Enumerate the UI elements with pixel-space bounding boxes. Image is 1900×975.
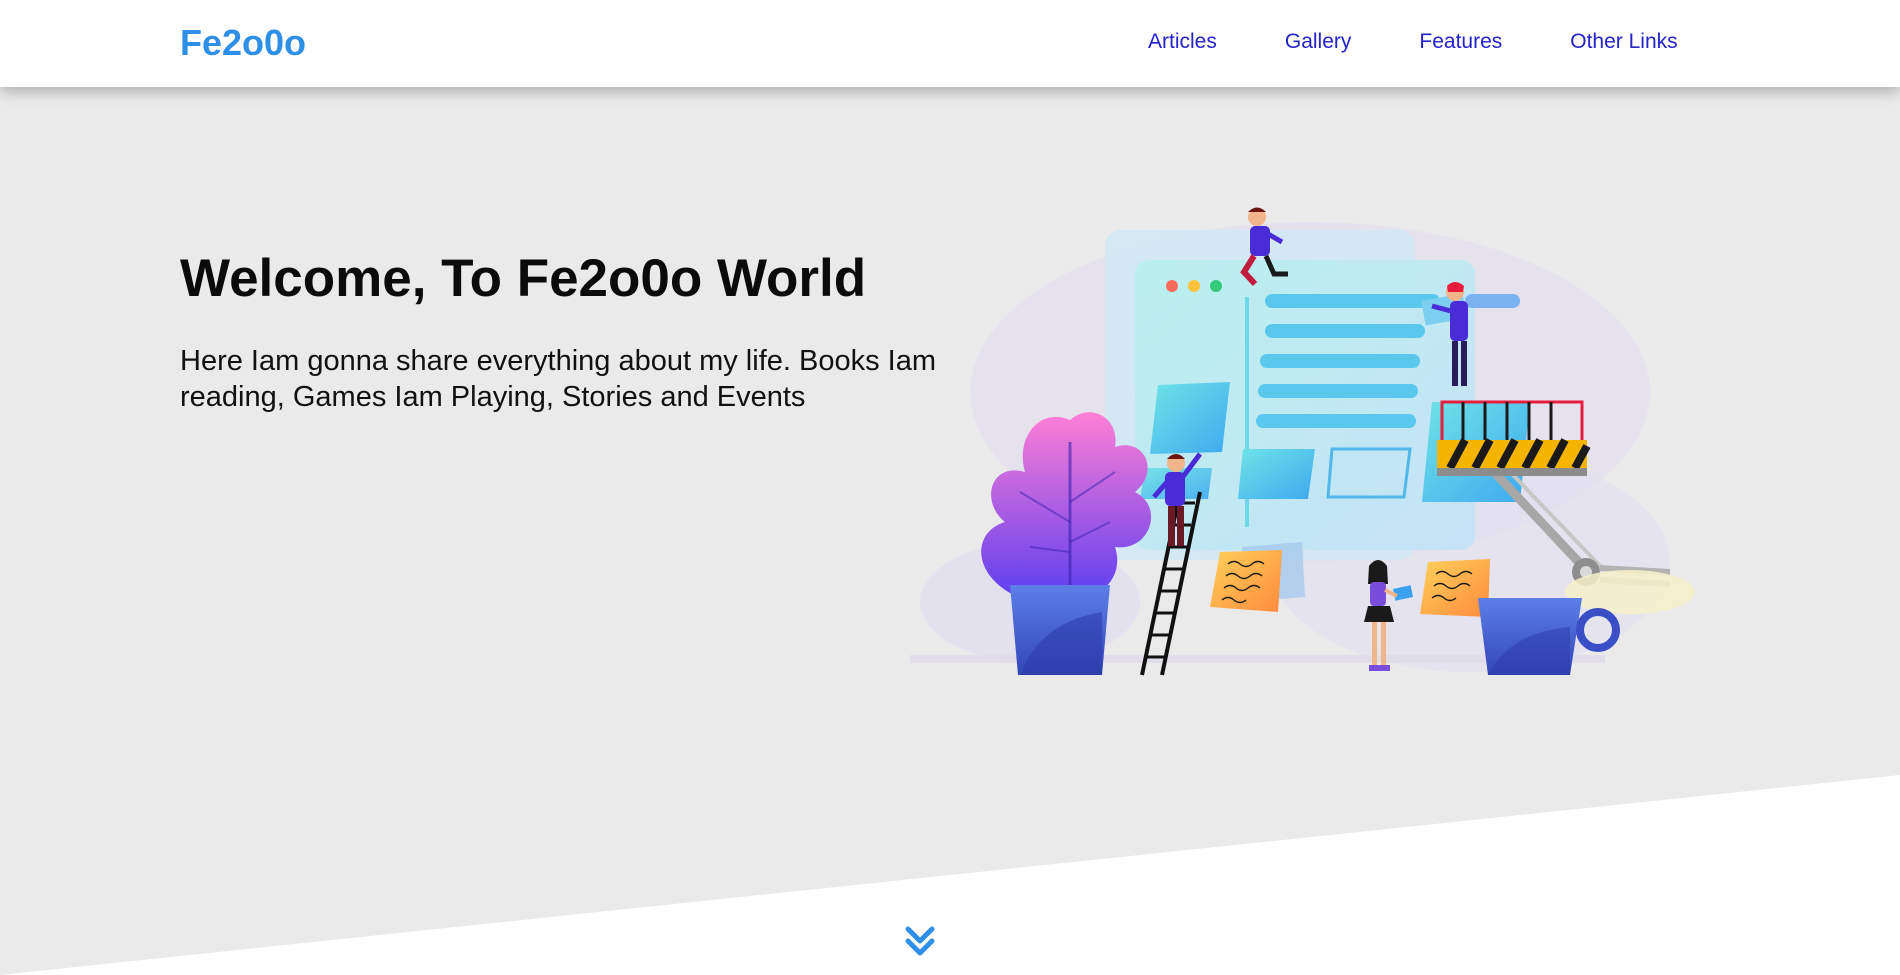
nav-link-articles[interactable]: Articles xyxy=(1148,30,1217,54)
nav-links: Articles Gallery Features Other Links xyxy=(1148,30,1678,54)
nav-link-features[interactable]: Features xyxy=(1419,30,1502,54)
nav-link-gallery[interactable]: Gallery xyxy=(1285,30,1352,54)
hero-section: Welcome, To Fe2o0o World Here Iam gonna … xyxy=(0,87,1900,975)
brand-logo[interactable]: Fe2o0o xyxy=(180,22,306,64)
navbar: Fe2o0o Articles Gallery Features Other L… xyxy=(0,0,1900,87)
nav-link-other-links[interactable]: Other Links xyxy=(1570,30,1677,54)
hero-description: Here Iam gonna share everything about my… xyxy=(180,345,936,413)
double-chevron-down-icon xyxy=(905,926,935,956)
scroll-down-button[interactable] xyxy=(900,920,940,960)
website-building-illustration xyxy=(910,207,1695,676)
hero-title: Welcome, To Fe2o0o World xyxy=(180,249,867,308)
